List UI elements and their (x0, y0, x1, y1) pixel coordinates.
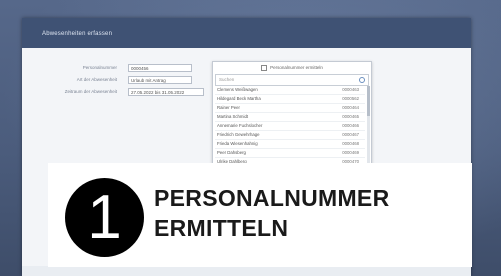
list-item[interactable]: Friedrich Gewehrhage 0000467 (215, 131, 365, 140)
absence-form: Personalnummer 0000456 Art der Abwesenhe… (22, 64, 204, 100)
list-item[interactable]: Hildegard Beck Martha 0000562 (215, 95, 365, 104)
list-item-number: 0000463 (342, 87, 359, 92)
list-item[interactable]: Clemens Weißwagen 0000463 (215, 86, 365, 95)
list-item[interactable]: Annemarie Fuchslocher 0000466 (215, 122, 365, 131)
list-item-number: 0000469 (342, 150, 359, 155)
window-title: Abwesenheiten erfassen (22, 18, 471, 48)
list-item-name: Rainer Peer (217, 105, 240, 110)
step-overlay: 1 PERSONALNUMMER ERMITTELN (48, 163, 472, 267)
list-item-number: 0000467 (342, 132, 359, 137)
list-item[interactable]: Martina Schmidt 0000465 (215, 113, 365, 122)
search-placeholder: Suchen (219, 77, 235, 82)
form-row-personnel-number: Personalnummer 0000456 (22, 64, 197, 74)
list-item-number: 0000562 (342, 96, 359, 101)
step-title: PERSONALNUMMER ERMITTELN (154, 183, 389, 243)
list-item-name: Hildegard Beck Martha (217, 96, 261, 101)
list-item-name: Friedrich Gewehrhage (217, 132, 260, 137)
list-item-number: 0000466 (342, 123, 359, 128)
list-item[interactable]: Peer Dahsberg 0000469 (215, 149, 365, 158)
list-item-number: 0000468 (342, 141, 359, 146)
step-title-line2: ERMITTELN (154, 215, 289, 241)
list-item-name: Peer Dahsberg (217, 150, 246, 155)
form-row-absence-type: Art der Abwesenheit Urlaub mit Antrag (22, 76, 197, 86)
list-item-name: Clemens Weißwagen (217, 87, 258, 92)
popup-header[interactable]: Personalnummer ermitteln (213, 62, 371, 74)
list-item[interactable]: Rainer Peer 0000464 (215, 104, 365, 113)
window-footer (22, 266, 471, 276)
list-item-name: Martina Schmidt (217, 114, 249, 119)
checkbox-icon[interactable] (261, 64, 268, 71)
absence-period-field[interactable]: 27.05.2022 bis 31.05.2022 (128, 88, 204, 96)
scrollbar-thumb[interactable] (367, 86, 370, 116)
form-row-absence-period: Zeitraum der Abwesenheit 27.05.2022 bis … (22, 88, 204, 98)
list-item-name: Frieda Wiesenhahnig (217, 141, 258, 146)
personnel-number-label: Personalnummer (82, 65, 117, 70)
list-item-number: 0000464 (342, 105, 359, 110)
search-icon[interactable] (359, 77, 365, 83)
personnel-number-field[interactable]: 0000456 (128, 64, 192, 72)
search-input[interactable]: Suchen (215, 74, 369, 86)
list-item-number: 0000465 (342, 114, 359, 119)
absence-period-label: Zeitraum der Abwesenheit (64, 89, 117, 94)
list-item[interactable]: Frieda Wiesenhahnig 0000468 (215, 140, 365, 149)
step-title-line1: PERSONALNUMMER (154, 185, 390, 211)
list-item-name: Annemarie Fuchslocher (217, 123, 263, 128)
absence-type-label: Art der Abwesenheit (76, 77, 117, 82)
popup-header-label: Personalnummer ermitteln (270, 65, 323, 70)
absence-type-field[interactable]: Urlaub mit Antrag (128, 76, 192, 84)
step-number-badge: 1 (65, 178, 144, 257)
personnel-list: Clemens Weißwagen 0000463 Hildegard Beck … (215, 86, 365, 167)
